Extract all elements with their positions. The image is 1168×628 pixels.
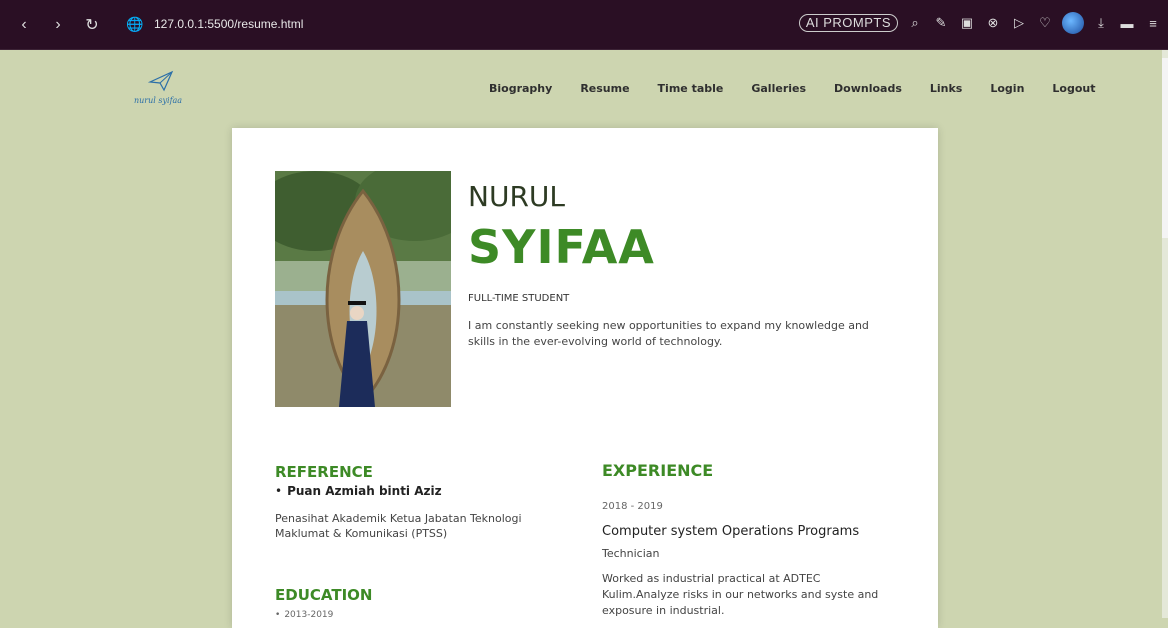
ai-prompts-button[interactable]: AI PROMPTS — [798, 14, 898, 32]
education-date: 2013-2019 — [275, 610, 333, 620]
edit-icon[interactable]: ✎ — [932, 15, 950, 31]
paper-plane-icon — [148, 70, 174, 92]
nav-resume[interactable]: Resume — [580, 82, 629, 95]
nav-galleries[interactable]: Galleries — [751, 82, 806, 95]
bio-text: I am constantly seeking new opportunitie… — [468, 319, 869, 348]
profile-avatar[interactable] — [1062, 12, 1084, 34]
last-name: SYIFAA — [468, 220, 655, 274]
browser-nav: ‹ › ↻ — [14, 14, 102, 36]
camera-icon[interactable]: ▣ — [958, 15, 976, 31]
send-icon[interactable]: ▷ — [1010, 15, 1028, 31]
main-nav: Biography Resume Time table Galleries Do… — [489, 82, 1124, 95]
experience-heading: EXPERIENCE — [602, 461, 714, 480]
reference-description: Penasihat Akademik Ketua Jabatan Teknolo… — [275, 512, 522, 540]
role-title: FULL-TIME STUDENT — [468, 293, 570, 304]
first-name: NURUL — [468, 180, 565, 213]
nav-logout[interactable]: Logout — [1052, 82, 1095, 95]
shield-icon[interactable]: ⊗ — [984, 15, 1002, 31]
profile-photo-illustration — [275, 171, 451, 407]
experience-description: Worked as industrial practical at ADTEC … — [602, 572, 879, 617]
experience-job: Computer system Operations Programs — [602, 524, 860, 539]
search-icon[interactable]: ⌕ — [906, 15, 924, 31]
nav-links[interactable]: Links — [930, 82, 962, 95]
site-logo[interactable]: nurul syifaa — [134, 70, 190, 110]
forward-icon[interactable]: › — [48, 14, 68, 36]
browser-chrome: ‹ › ↻ 🌐 127.0.0.1:5500/resume.html AI PR… — [0, 0, 1168, 50]
reload-icon[interactable]: ↻ — [82, 14, 102, 36]
heart-icon[interactable]: ♡ — [1036, 15, 1054, 31]
back-icon[interactable]: ‹ — [14, 14, 34, 36]
experience-date: 2018 - 2019 — [602, 501, 663, 512]
nav-time-table[interactable]: Time table — [658, 82, 724, 95]
menu-icon[interactable]: ≡ — [1144, 16, 1162, 31]
experience-role: Technician — [602, 547, 660, 560]
chrome-divider — [0, 49, 1168, 50]
site-brand: nurul syifaa — [134, 96, 183, 105]
globe-icon: 🌐 — [126, 16, 144, 32]
reference-name: Puan Azmiah binti Aziz — [275, 484, 442, 498]
scrollbar-thumb[interactable] — [1162, 58, 1168, 238]
browser-toolbar: AI PROMPTS ⌕ ✎ ▣ ⊗ ▷ ♡ ⤓ ▬ ≡ — [798, 12, 1162, 34]
resume-card: NURUL SYIFAA FULL-TIME STUDENT I am cons… — [232, 128, 938, 628]
nav-downloads[interactable]: Downloads — [834, 82, 902, 95]
battery-icon[interactable]: ▬ — [1118, 16, 1136, 31]
page-scrollbar[interactable] — [1162, 50, 1168, 618]
nav-login[interactable]: Login — [990, 82, 1024, 95]
profile-photo — [275, 171, 451, 407]
reference-heading: REFERENCE — [275, 463, 373, 481]
education-heading: EDUCATION — [275, 586, 373, 604]
download-icon[interactable]: ⤓ — [1092, 15, 1110, 31]
address-bar[interactable]: 127.0.0.1:5500/resume.html — [154, 17, 303, 31]
nav-biography[interactable]: Biography — [489, 82, 552, 95]
